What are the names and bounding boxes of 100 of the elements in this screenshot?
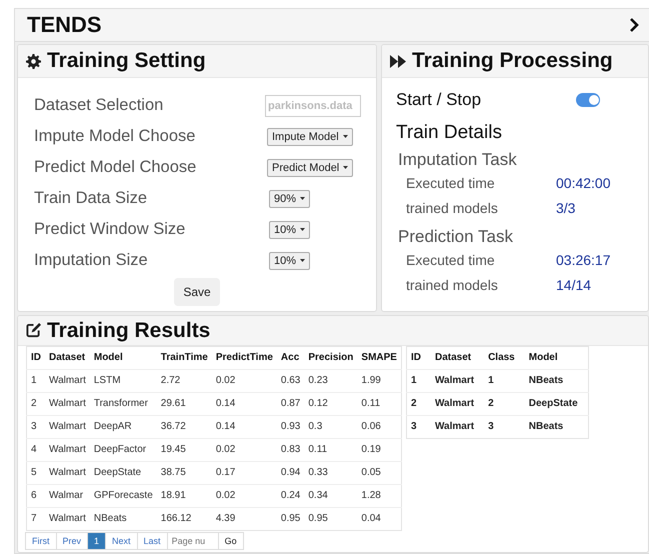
panel-title: Training Processing	[412, 49, 613, 73]
field-label: Imputation Size	[34, 251, 148, 270]
page-button[interactable]: First	[25, 532, 56, 550]
table-cell: Walmart	[45, 438, 90, 462]
table-cell: 18.91	[156, 484, 212, 508]
table-cell: 29.61	[156, 392, 212, 416]
page-button[interactable]: Next	[105, 532, 138, 550]
field-label: Impute Model Choose	[34, 127, 196, 146]
column-header: Acc	[276, 346, 304, 370]
table-cell: 4.39	[212, 508, 277, 530]
column-header: ID	[406, 346, 431, 370]
table-cell: Walmart	[45, 508, 90, 530]
task-heading: Imputation Task	[398, 150, 518, 170]
table-cell: Walmart	[430, 370, 484, 392]
edit-icon	[26, 323, 41, 338]
table-cell: 0.24	[276, 484, 304, 508]
field-label: Train Data Size	[34, 189, 148, 208]
column-header: SMAPE	[357, 346, 402, 370]
page-button[interactable]: Last	[136, 532, 168, 550]
table-cell: 6	[26, 484, 45, 508]
table-cell: 0.02	[212, 484, 277, 508]
detail-label: Executed time	[406, 174, 496, 191]
caret-icon	[300, 197, 306, 200]
table-cell: Walmart	[45, 416, 90, 438]
table-cell: 0.11	[304, 438, 358, 462]
table-cell: 0.19	[357, 438, 402, 462]
table-cell: 0.12	[304, 392, 358, 416]
dropdown[interactable]: 90%	[269, 190, 310, 208]
page-button[interactable]: Prev	[56, 532, 88, 550]
table-cell: 0.14	[212, 416, 277, 438]
dataset-field[interactable]: parkinsons.data	[265, 94, 361, 116]
table-cell: 2	[484, 392, 525, 416]
detail-label: trained models	[406, 200, 499, 216]
caret-icon	[300, 228, 306, 231]
chevron-right-icon[interactable]	[629, 18, 639, 32]
detail-value: 03:26:17	[556, 252, 610, 268]
table-cell: Walmart	[430, 392, 484, 416]
detail-value: 00:42:00	[556, 174, 610, 191]
table-cell: 0.33	[304, 462, 358, 484]
table-cell: 0.23	[304, 370, 358, 392]
table-cell: 3	[484, 416, 525, 438]
table-cell: 0.87	[276, 392, 304, 416]
table-cell: 0.06	[357, 416, 402, 438]
panel-title: Training Setting	[47, 49, 206, 73]
table-cell: LSTM	[90, 370, 157, 392]
gear-icon	[26, 54, 41, 68]
table-cell: 0.02	[212, 370, 277, 392]
column-header: TrainTime	[156, 346, 212, 370]
table-cell: 1.28	[357, 484, 402, 508]
table-cell: Walmart	[45, 392, 90, 416]
table-cell: 7	[26, 508, 45, 530]
table-cell: Walmart	[430, 416, 484, 438]
table-cell: 0.11	[357, 392, 402, 416]
table-cell: Walmar	[45, 484, 90, 508]
table-cell: 3	[406, 416, 431, 438]
start-stop-toggle[interactable]	[576, 93, 600, 107]
dropdown[interactable]: Impute Model	[267, 128, 353, 146]
table-cell: 2	[406, 392, 431, 416]
table-cell: Walmart	[45, 462, 90, 484]
detail-value: 3/3	[556, 200, 576, 216]
column-header: PredictTime	[212, 346, 277, 370]
table-cell: DeepAR	[90, 416, 157, 438]
dropdown[interactable]: 10%	[269, 220, 310, 238]
detail-label: Executed time	[406, 252, 496, 268]
go-button[interactable]: Go	[218, 532, 244, 550]
table-cell: GPForecaste	[90, 484, 157, 508]
table-cell: 5	[26, 462, 45, 484]
table-cell: 0.04	[357, 508, 402, 530]
table-cell: 38.75	[156, 462, 212, 484]
task-heading: Prediction Task	[398, 227, 514, 247]
table-cell: 0.95	[276, 508, 304, 530]
page-number-field[interactable]: Page nu	[166, 532, 219, 550]
field-label: Dataset Selection	[34, 96, 164, 115]
table-cell: 1.99	[357, 370, 402, 392]
page-button[interactable]: 1	[87, 532, 106, 550]
table-cell: 2.72	[156, 370, 212, 392]
table-cell: 0.05	[357, 462, 402, 484]
column-header: ID	[26, 346, 45, 370]
table-cell: NBeats	[524, 370, 588, 392]
start-stop-label: Start / Stop	[396, 90, 482, 110]
column-header: Model	[524, 346, 588, 370]
table-cell: 0.95	[304, 508, 358, 530]
panel-title: Training Results	[47, 318, 210, 342]
dropdown[interactable]: 10%	[269, 252, 310, 270]
column-header: Class	[484, 346, 525, 370]
column-header: Dataset	[430, 346, 484, 370]
table-cell: DeepFactor	[90, 438, 157, 462]
field-label: Predict Window Size	[34, 220, 186, 239]
dropdown[interactable]: Predict Model	[267, 158, 354, 176]
table-cell: DeepState	[90, 462, 157, 484]
details-heading: Train Details	[396, 122, 503, 144]
save-button[interactable]: Save	[174, 278, 220, 306]
field-label: Predict Model Choose	[34, 158, 196, 177]
column-header: Precision	[304, 346, 358, 370]
table-cell: 0.17	[212, 462, 277, 484]
table-cell: 166.12	[156, 508, 212, 530]
table-cell: NBeats	[90, 508, 157, 530]
app-title: TENDS	[27, 12, 102, 38]
column-header: Model	[90, 346, 157, 370]
detail-label: trained models	[406, 277, 499, 294]
